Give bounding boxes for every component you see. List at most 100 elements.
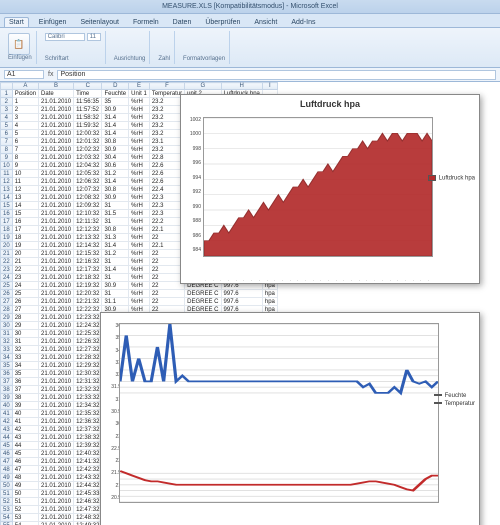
cell[interactable]: %rH <box>129 226 150 234</box>
row-header[interactable]: 50 <box>1 482 13 490</box>
cell[interactable]: 12:00:32 <box>74 130 102 138</box>
col-header[interactable]: F <box>149 83 184 90</box>
cell[interactable]: 33 <box>12 354 38 362</box>
cell[interactable]: 22 <box>12 266 38 274</box>
cell[interactable]: 12:27:32 <box>74 346 102 354</box>
cell[interactable]: 13 <box>12 194 38 202</box>
cell[interactable]: 30.8 <box>102 226 129 234</box>
cell[interactable]: 12:43:32 <box>74 474 102 482</box>
cell[interactable]: DEGREE C <box>185 290 221 298</box>
cell[interactable]: 12:10:32 <box>74 210 102 218</box>
cell[interactable]: 23 <box>12 274 38 282</box>
cell[interactable]: 12:14:32 <box>74 242 102 250</box>
cell[interactable]: 21.01.2010 <box>39 434 74 442</box>
row-header[interactable]: 12 <box>1 178 13 186</box>
row-header[interactable]: 1 <box>1 90 13 98</box>
row-header[interactable]: 24 <box>1 274 13 282</box>
cell[interactable]: %rH <box>129 250 150 258</box>
cell[interactable]: 21.01.2010 <box>39 170 74 178</box>
tab-formulas[interactable]: Formeln <box>129 18 163 27</box>
cell[interactable]: 35 <box>12 370 38 378</box>
row-header[interactable]: 55 <box>1 522 13 525</box>
row-header[interactable]: 8 <box>1 146 13 154</box>
row-header[interactable]: 6 <box>1 130 13 138</box>
cell[interactable]: 21.01.2010 <box>39 298 74 306</box>
cell[interactable]: 10 <box>12 170 38 178</box>
cell[interactable]: %rH <box>129 186 150 194</box>
col-header[interactable]: H <box>221 83 262 90</box>
cell[interactable]: 21.01.2010 <box>39 514 74 522</box>
cell[interactable]: 42 <box>12 426 38 434</box>
cell[interactable]: %rH <box>129 122 150 130</box>
cell[interactable]: 12:32:32 <box>74 386 102 394</box>
cell[interactable]: %rH <box>129 130 150 138</box>
cell[interactable]: 21.01.2010 <box>39 386 74 394</box>
cell[interactable]: 17 <box>12 226 38 234</box>
cell[interactable]: 31 <box>102 258 129 266</box>
cell[interactable]: 41 <box>12 418 38 426</box>
row-header[interactable]: 53 <box>1 506 13 514</box>
row-header[interactable]: 19 <box>1 234 13 242</box>
cell[interactable]: 21.01.2010 <box>39 466 74 474</box>
cell[interactable]: %rH <box>129 290 150 298</box>
cell[interactable]: Unit 1 <box>129 90 150 98</box>
cell[interactable]: 20 <box>12 250 38 258</box>
cell[interactable]: 31 <box>102 202 129 210</box>
cell[interactable]: 21.01.2010 <box>39 210 74 218</box>
cell[interactable]: 12:30:32 <box>74 370 102 378</box>
fx-icon[interactable]: fx <box>48 71 53 78</box>
row-header[interactable]: 5 <box>1 122 13 130</box>
cell[interactable]: %rH <box>129 258 150 266</box>
cell[interactable]: 12 <box>12 186 38 194</box>
cell[interactable]: 51 <box>12 498 38 506</box>
cell[interactable]: 30.8 <box>102 186 129 194</box>
cell[interactable]: 21.01.2010 <box>39 458 74 466</box>
cell[interactable]: 50 <box>12 490 38 498</box>
cell[interactable]: %rH <box>129 234 150 242</box>
cell[interactable]: %rH <box>129 194 150 202</box>
cell[interactable]: 12:12:32 <box>74 226 102 234</box>
cell[interactable]: 12:41:32 <box>74 458 102 466</box>
row-header[interactable]: 34 <box>1 354 13 362</box>
cell[interactable]: 12:38:32 <box>74 434 102 442</box>
cell[interactable]: %rH <box>129 282 150 290</box>
cell[interactable]: 12:01:32 <box>74 138 102 146</box>
row-header[interactable]: 52 <box>1 498 13 506</box>
row-header[interactable]: 46 <box>1 450 13 458</box>
cell[interactable]: 54 <box>12 522 38 525</box>
formula-input[interactable]: Position <box>57 70 496 80</box>
cell[interactable]: 22 <box>149 290 184 298</box>
cell[interactable]: 21.01.2010 <box>39 402 74 410</box>
cell[interactable]: 30.9 <box>102 282 129 290</box>
row-header[interactable]: 29 <box>1 314 13 322</box>
chart-luftdruck[interactable]: Luftdruck hpa 10021000998996994992990988… <box>180 94 480 284</box>
cell[interactable]: 11:56:35 <box>74 98 102 106</box>
cell[interactable]: 21.01.2010 <box>39 162 74 170</box>
row-header[interactable]: 32 <box>1 338 13 346</box>
cell[interactable]: 12:37:32 <box>74 426 102 434</box>
cell[interactable]: 45 <box>12 450 38 458</box>
cell[interactable]: 21.01.2010 <box>39 346 74 354</box>
cell[interactable]: 30 <box>12 330 38 338</box>
cell[interactable]: 39 <box>12 402 38 410</box>
cell[interactable]: 30.4 <box>102 154 129 162</box>
cell[interactable]: 21.01.2010 <box>39 282 74 290</box>
cell[interactable]: 12:15:32 <box>74 250 102 258</box>
paste-button[interactable]: 📋 <box>8 33 30 55</box>
cell[interactable]: 31.3 <box>102 234 129 242</box>
cell[interactable]: 21.01.2010 <box>39 138 74 146</box>
cell[interactable]: 12:25:32 <box>74 330 102 338</box>
cell[interactable]: 21.01.2010 <box>39 186 74 194</box>
cell[interactable]: 21.01.2010 <box>39 474 74 482</box>
col-header[interactable]: D <box>102 83 129 90</box>
row-header[interactable]: 41 <box>1 410 13 418</box>
row-header[interactable]: 49 <box>1 474 13 482</box>
row-header[interactable]: 13 <box>1 186 13 194</box>
cell[interactable]: 31.4 <box>102 130 129 138</box>
cell[interactable]: 53 <box>12 514 38 522</box>
row-header[interactable]: 30 <box>1 322 13 330</box>
cell[interactable]: %rH <box>129 202 150 210</box>
cell[interactable]: 34 <box>12 362 38 370</box>
row-header[interactable]: 35 <box>1 362 13 370</box>
cell[interactable]: 21 <box>12 258 38 266</box>
